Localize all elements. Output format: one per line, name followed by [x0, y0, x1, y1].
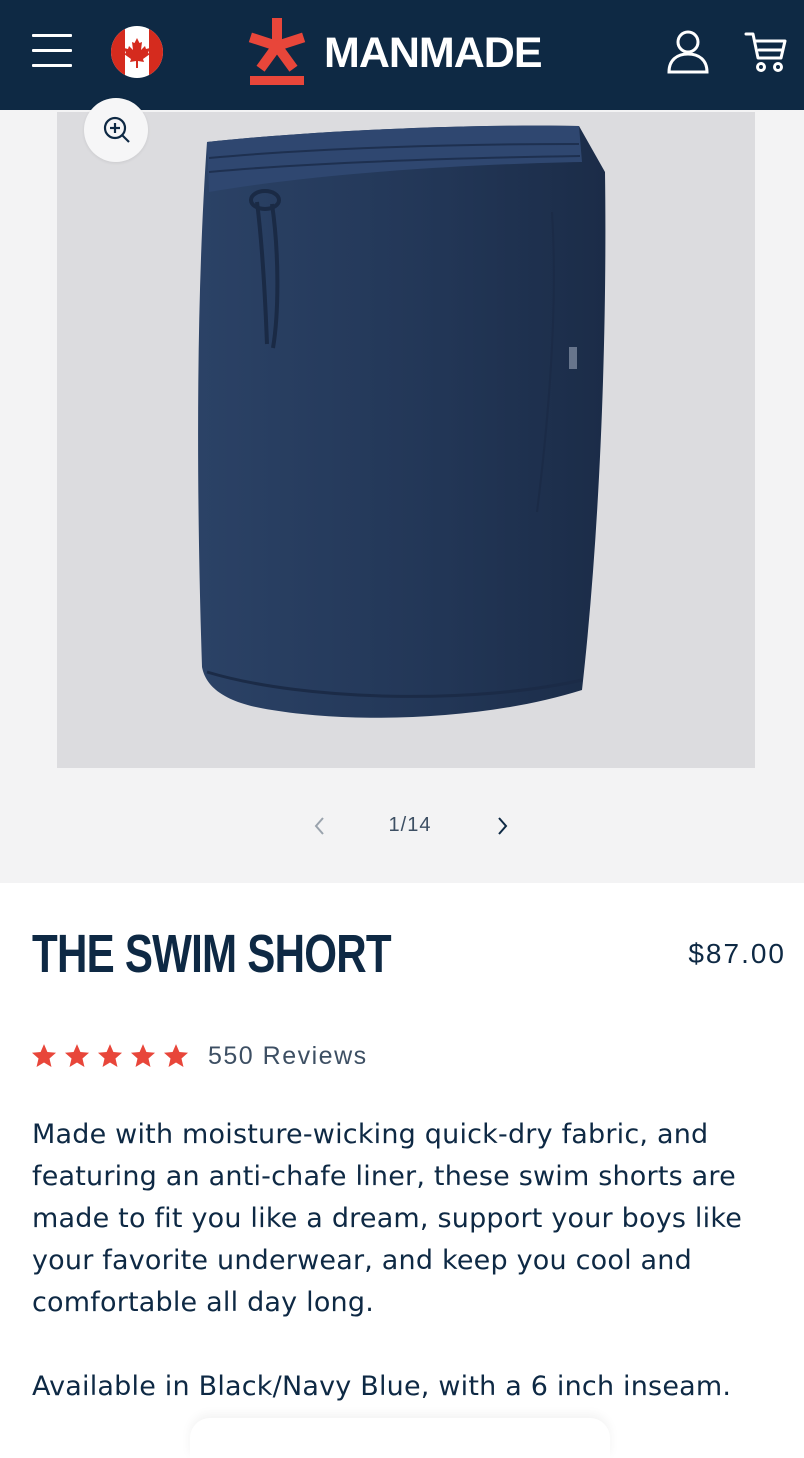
swim-short-illustration — [198, 125, 606, 718]
chevron-left-icon — [314, 817, 324, 835]
zoom-button[interactable] — [84, 98, 148, 162]
image-counter: 1/14 — [388, 814, 432, 836]
next-image-button[interactable] — [490, 814, 514, 838]
brand-name: MANMADE — [324, 29, 543, 77]
product-image[interactable] — [57, 112, 755, 768]
product-title: THE SWIM SHORT — [32, 924, 392, 984]
product-rating[interactable]: 550 Reviews — [30, 1038, 450, 1078]
chevron-right-icon — [498, 817, 508, 835]
user-account-icon[interactable] — [664, 28, 712, 76]
top-navigation-bar: MANMADE — [0, 0, 804, 110]
canada-flag-icon[interactable] — [111, 26, 163, 78]
brand-logo[interactable]: MANMADE — [248, 18, 568, 88]
gallery-pager: 1/14 — [300, 810, 520, 842]
product-price: $87.00 — [688, 938, 786, 969]
review-count-link[interactable]: 550 Reviews — [208, 1042, 368, 1071]
zoom-in-icon — [103, 116, 130, 143]
product-gallery: 1/14 — [0, 98, 804, 883]
hamburger-menu-icon[interactable] — [32, 32, 72, 70]
shopping-cart-icon[interactable] — [744, 28, 788, 74]
previous-image-button[interactable] — [308, 814, 332, 838]
product-description: Made with moisture-wicking quick-dry fab… — [32, 1119, 743, 1318]
asterisk-logo-icon — [248, 18, 306, 85]
product-availability: Available in Black/Navy Blue, with a 6 i… — [32, 1371, 732, 1402]
star-icon — [31, 1044, 57, 1067]
star-icon — [64, 1044, 90, 1067]
star-icon — [97, 1044, 123, 1067]
star-rating — [30, 1038, 192, 1074]
star-icon — [130, 1044, 156, 1067]
star-icon — [163, 1044, 189, 1067]
bottom-sheet-edge — [190, 1418, 610, 1458]
